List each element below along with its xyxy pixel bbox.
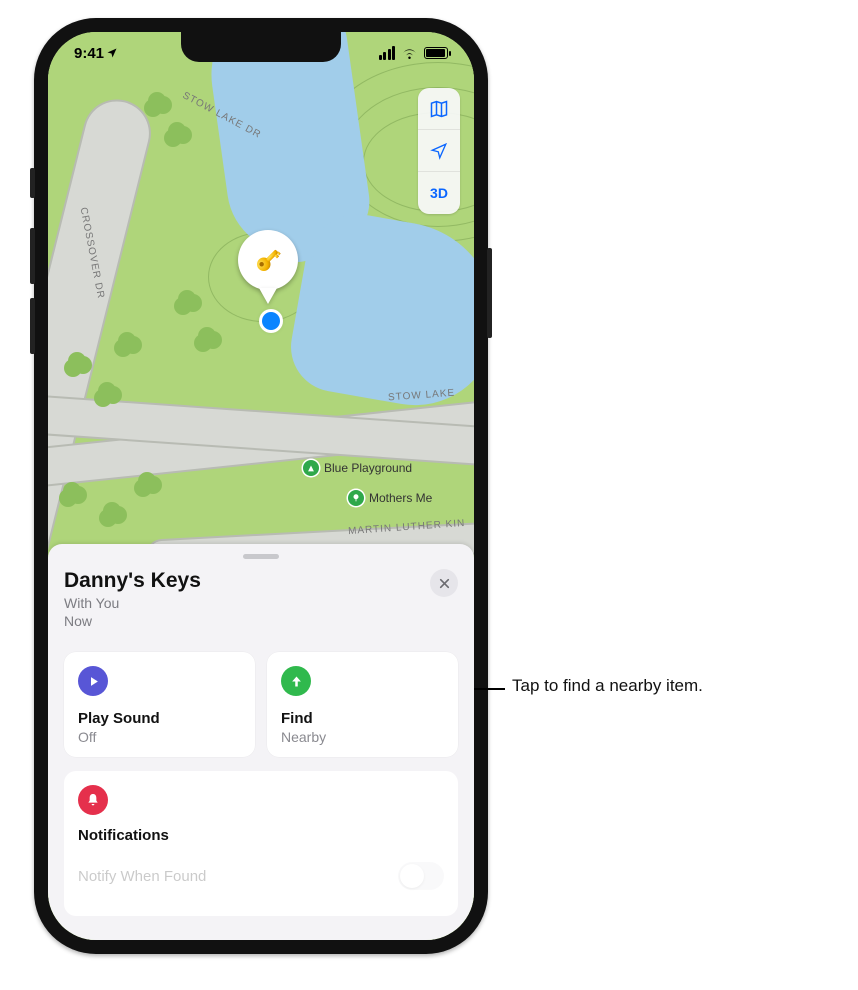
find-button[interactable]: Find Nearby [267, 652, 458, 757]
item-location-pin[interactable] [238, 230, 298, 290]
status-time: 9:41 [74, 45, 104, 62]
notifications-section: Notifications Notify When Found [64, 771, 458, 916]
item-title: Danny's Keys [64, 569, 201, 593]
volume-up-button [30, 228, 35, 284]
find-status: Nearby [281, 729, 444, 745]
arrow-up-icon [289, 674, 304, 689]
map-controls: 3D [418, 88, 460, 214]
poi-mothers-me[interactable]: Mothers Me [348, 490, 432, 506]
notifications-label: Notifications [78, 827, 444, 844]
map-icon [429, 99, 449, 119]
wifi-icon [401, 47, 418, 60]
poi-blue-playground[interactable]: Blue Playground [303, 460, 412, 476]
item-updated: Now [64, 613, 92, 629]
playground-icon [303, 460, 319, 476]
power-button [487, 248, 492, 338]
poi-label: Blue Playground [324, 461, 412, 475]
status-indicators [379, 46, 449, 60]
notch [181, 32, 341, 62]
tree-poi-icon [348, 490, 364, 506]
silent-switch [30, 168, 35, 198]
notify-when-found-label: Notify When Found [78, 868, 206, 885]
map-type-button[interactable] [418, 88, 460, 130]
volume-down-button [30, 298, 35, 354]
screen: 9:41 [48, 32, 474, 940]
play-sound-status: Off [78, 729, 241, 745]
bell-icon [78, 785, 108, 815]
sheet-grabber[interactable] [243, 554, 279, 559]
notify-when-found-toggle[interactable] [398, 862, 444, 890]
phone-frame: 9:41 [34, 18, 488, 954]
callout-text: Tap to find a nearby item. [512, 676, 703, 696]
play-sound-label: Play Sound [78, 710, 241, 727]
key-icon [250, 242, 286, 278]
locate-me-button[interactable] [418, 130, 460, 172]
play-sound-button[interactable]: Play Sound Off [64, 652, 255, 757]
close-button[interactable] [430, 569, 458, 597]
3d-toggle-button[interactable]: 3D [418, 172, 460, 214]
location-arrow-icon [430, 142, 448, 160]
location-services-icon [106, 47, 118, 59]
poi-label: Mothers Me [369, 491, 432, 505]
user-location-dot [262, 312, 280, 330]
find-label: Find [281, 710, 444, 727]
close-icon [438, 577, 451, 590]
play-icon [86, 674, 101, 689]
3d-label: 3D [430, 185, 448, 201]
notify-when-found-row[interactable]: Notify When Found [78, 862, 444, 890]
item-detail-sheet[interactable]: Danny's Keys With You Now Play Sound [48, 544, 474, 940]
battery-icon [424, 47, 448, 59]
cellular-icon [379, 46, 396, 60]
item-distance: With You [64, 595, 119, 611]
status-time-group: 9:41 [74, 45, 118, 62]
